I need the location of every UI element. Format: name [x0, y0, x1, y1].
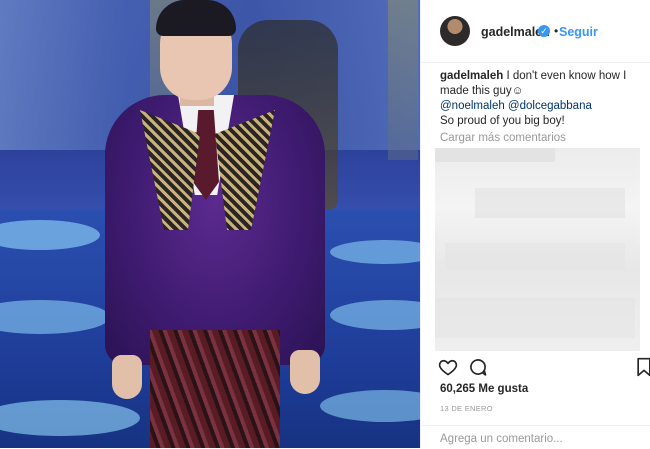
avatar[interactable]: [440, 16, 470, 46]
post-side-panel: gadelmaleh ✓ • Seguir gadelmaleh I don't…: [420, 0, 650, 448]
header-separator: •: [554, 24, 559, 38]
caption-username[interactable]: gadelmaleh: [440, 70, 503, 82]
comment-bar: [421, 425, 650, 449]
patterned-trousers: [150, 330, 280, 448]
likes-count[interactable]: 60,265 Me gusta: [440, 383, 528, 395]
model-hand: [112, 355, 142, 399]
instagram-post: gadelmaleh ✓ • Seguir gadelmaleh I don't…: [0, 0, 650, 448]
stage-pillar: [388, 0, 418, 160]
caption-mentions[interactable]: @noelmaleh @dolcegabbana: [440, 100, 592, 112]
load-more-comments-link[interactable]: Cargar más comentarios: [440, 132, 566, 144]
model-hand: [290, 350, 320, 394]
bookmark-icon[interactable]: [634, 357, 650, 377]
model-hair: [156, 0, 236, 36]
post-caption: gadelmaleh I don't even know how I made …: [440, 69, 640, 129]
follow-button[interactable]: Seguir: [559, 25, 598, 39]
comment-icon[interactable]: [468, 357, 488, 377]
post-actions: [421, 352, 650, 382]
add-comment-input[interactable]: [440, 433, 640, 445]
post-photo[interactable]: [0, 0, 420, 448]
caption-line3: So proud of you big boy!: [440, 115, 565, 127]
post-date[interactable]: 13 DE ENERO: [440, 404, 493, 413]
verified-badge-icon: ✓: [538, 25, 550, 37]
blurred-comments: [435, 148, 640, 351]
post-header: gadelmaleh ✓ • Seguir: [421, 0, 650, 63]
heart-icon[interactable]: [438, 357, 458, 377]
